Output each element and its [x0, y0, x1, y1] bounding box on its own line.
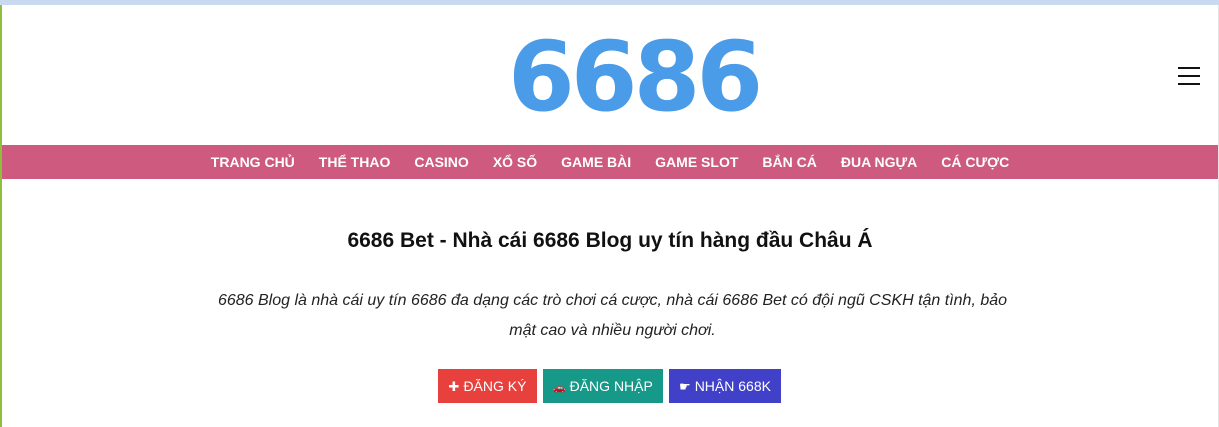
intro-text: 6686 Blog là nhà cái uy tín 6686 đa dạng…	[160, 286, 1065, 346]
main-nav: TRANG CHỦ THỂ THAO CASINO XỔ SỐ GAME BÀI…	[2, 145, 1218, 179]
cta-buttons: ✚ ĐĂNG KÝ 🚗 ĐĂNG NHẬP ☛ NHẬN 668K	[0, 369, 1219, 403]
intro-line-1: 6686 Blog là nhà cái uy tín 6686 đa dạng…	[217, 292, 1008, 309]
intro-line-2: mật cao và nhiều người chơi.	[509, 322, 716, 339]
nav-item-trang-chu[interactable]: TRANG CHỦ	[211, 154, 295, 170]
page-title: 6686 Bet - Nhà cái 6686 Blog uy tín hàng…	[347, 229, 873, 252]
login-button[interactable]: 🚗 ĐĂNG NHẬP	[543, 369, 663, 403]
bonus-button[interactable]: ☛ NHẬN 668K	[669, 369, 781, 403]
hamburger-menu-icon[interactable]	[1178, 67, 1202, 89]
nav-item-xo-so[interactable]: XỔ SỐ	[493, 154, 537, 170]
plus-icon: ✚	[448, 379, 460, 394]
nav-item-casino[interactable]: CASINO	[414, 154, 468, 170]
login-label: ĐĂNG NHẬP	[569, 378, 653, 394]
register-label: ĐĂNG KÝ	[463, 378, 527, 394]
site-logo[interactable]: 6686	[508, 29, 763, 125]
register-button[interactable]: ✚ ĐĂNG KÝ	[438, 369, 537, 403]
nav-item-dua-ngua[interactable]: ĐUA NGỰA	[841, 154, 917, 170]
bonus-label: NHẬN 668K	[694, 378, 771, 394]
nav-item-the-thao[interactable]: THỂ THAO	[319, 154, 391, 170]
site-header: 6686	[2, 5, 1218, 145]
nav-item-ban-ca[interactable]: BẮN CÁ	[762, 154, 816, 170]
nav-item-game-slot[interactable]: GAME SLOT	[655, 154, 738, 170]
nav-item-game-bai[interactable]: GAME BÀI	[561, 154, 631, 170]
nav-item-ca-cuoc[interactable]: CÁ CƯỢC	[941, 154, 1009, 170]
car-icon: 🚗	[553, 383, 566, 394]
pointing-hand-icon: ☛	[679, 379, 691, 394]
